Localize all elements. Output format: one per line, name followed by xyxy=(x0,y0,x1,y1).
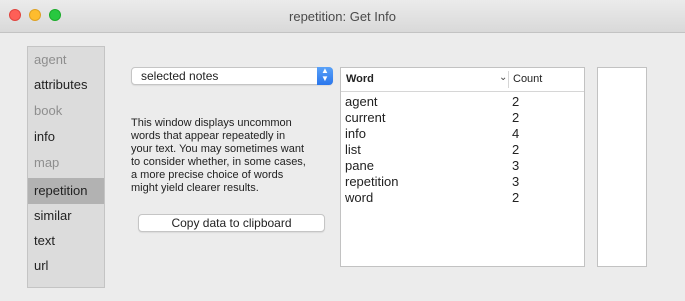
sidebar-item-info[interactable]: info xyxy=(28,124,104,150)
sidebar-item-map[interactable]: map xyxy=(28,150,104,176)
count-cell: 2 xyxy=(512,190,520,205)
sidebar-item-url[interactable]: url xyxy=(28,253,104,279)
count-cell: 3 xyxy=(512,158,520,173)
table-header: Word ⌄ Count xyxy=(341,68,584,92)
count-cell: 2 xyxy=(512,110,520,125)
description-text: This window displays uncommon words that… xyxy=(131,117,306,194)
word-cell: info xyxy=(345,126,366,141)
column-header-word[interactable]: Word xyxy=(346,73,374,85)
sidebar-item-book[interactable]: book xyxy=(28,98,104,124)
sidebar-item-text[interactable]: text xyxy=(28,228,104,254)
column-header-count[interactable]: Count xyxy=(513,73,542,85)
count-cell: 2 xyxy=(512,142,520,157)
table-row[interactable]: current 2 xyxy=(341,110,584,126)
table-row[interactable]: repetition 3 xyxy=(341,174,584,190)
table-row[interactable]: agent 2 xyxy=(341,94,584,110)
table-row[interactable]: word 2 xyxy=(341,190,584,206)
word-cell: current xyxy=(345,110,386,125)
updown-chevron-icon: ▲ ▼ xyxy=(317,67,333,85)
count-cell: 3 xyxy=(512,174,520,189)
detail-panel xyxy=(597,67,647,267)
sort-chevron-icon[interactable]: ⌄ xyxy=(499,72,507,83)
table-row[interactable]: pane 3 xyxy=(341,158,584,174)
word-cell: repetition xyxy=(345,174,399,189)
word-cell: word xyxy=(345,190,374,205)
table-body: agent 2 current 2 info 4 list 2 pane 3 r… xyxy=(341,94,584,206)
count-cell: 4 xyxy=(512,126,520,141)
sidebar: agent attributes book info map repetitio… xyxy=(27,46,105,288)
word-cell: list xyxy=(345,142,361,157)
get-info-window: repetition: Get Info agent attributes bo… xyxy=(0,0,685,301)
count-cell: 2 xyxy=(512,94,520,109)
scope-select[interactable]: selected notes ▲ ▼ xyxy=(131,67,333,85)
column-divider[interactable] xyxy=(508,71,509,88)
sidebar-item-attributes[interactable]: attributes xyxy=(28,72,104,98)
table-row[interactable]: info 4 xyxy=(341,126,584,142)
title-bar[interactable]: repetition: Get Info xyxy=(0,0,685,33)
sidebar-item-repetition[interactable]: repetition xyxy=(28,178,104,204)
table-row[interactable]: list 2 xyxy=(341,142,584,158)
window-title: repetition: Get Info xyxy=(289,9,396,24)
word-cell: pane xyxy=(345,158,374,173)
copy-to-clipboard-button[interactable]: Copy data to clipboard xyxy=(138,214,325,232)
sidebar-item-agent[interactable]: agent xyxy=(28,47,104,73)
scope-select-value: selected notes xyxy=(141,69,219,83)
word-count-table: Word ⌄ Count agent 2 current 2 info 4 li… xyxy=(340,67,585,267)
word-cell: agent xyxy=(345,94,378,109)
sidebar-item-similar[interactable]: similar xyxy=(28,203,104,229)
